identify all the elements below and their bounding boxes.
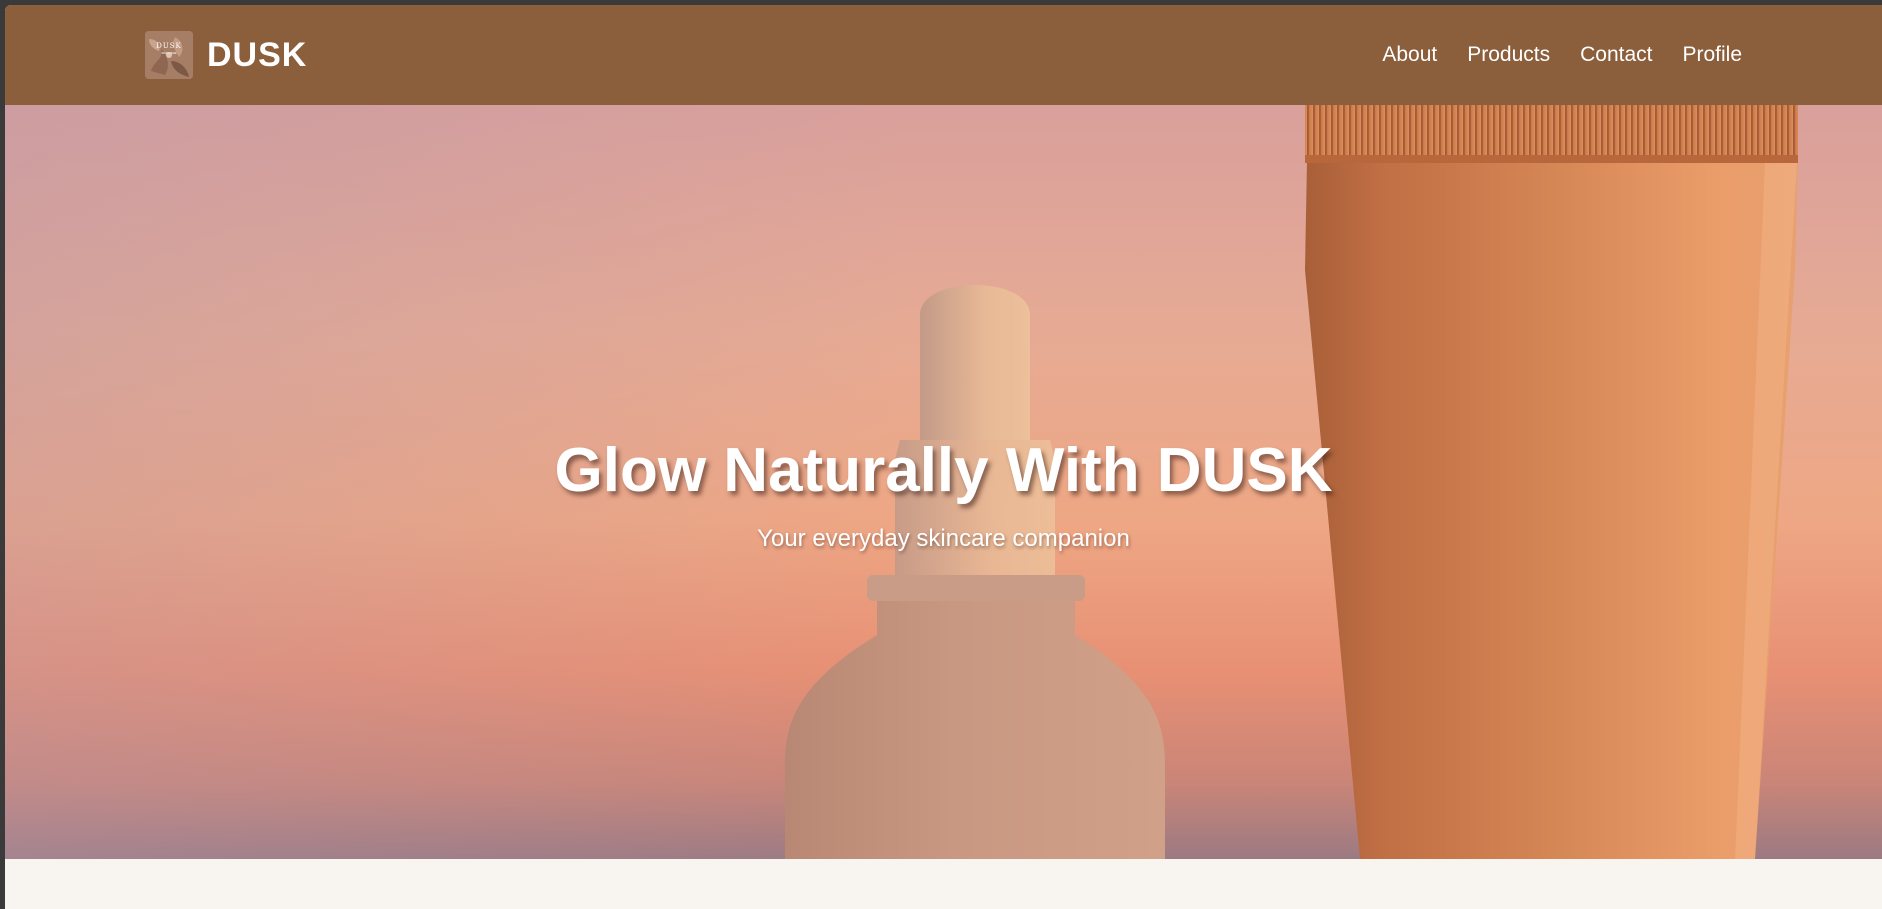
nav-link-contact[interactable]: Contact (1580, 43, 1652, 67)
hero-section: Glow Naturally With DUSK Your everyday s… (5, 105, 1882, 859)
logo-wordmark: DUSK (156, 42, 182, 50)
nav-link-products[interactable]: Products (1467, 43, 1550, 67)
nav-links: About Products Contact Profile (1382, 5, 1742, 105)
navbar: DUSK SKINCARE DUSK About Products Contac… (5, 5, 1882, 105)
floral-logo-icon: DUSK SKINCARE (145, 31, 193, 79)
brand-name: DUSK (207, 35, 308, 74)
logo-subtext: SKINCARE (161, 51, 177, 55)
browser-window: DUSK SKINCARE DUSK About Products Contac… (5, 5, 1882, 909)
hero-title: Glow Naturally With DUSK (554, 436, 1333, 505)
nav-link-about[interactable]: About (1382, 43, 1437, 67)
hero-subtitle: Your everyday skincare companion (757, 525, 1130, 552)
content-section (5, 859, 1882, 909)
brand-link[interactable]: DUSK SKINCARE DUSK (145, 30, 307, 80)
nav-link-profile[interactable]: Profile (1682, 43, 1742, 67)
